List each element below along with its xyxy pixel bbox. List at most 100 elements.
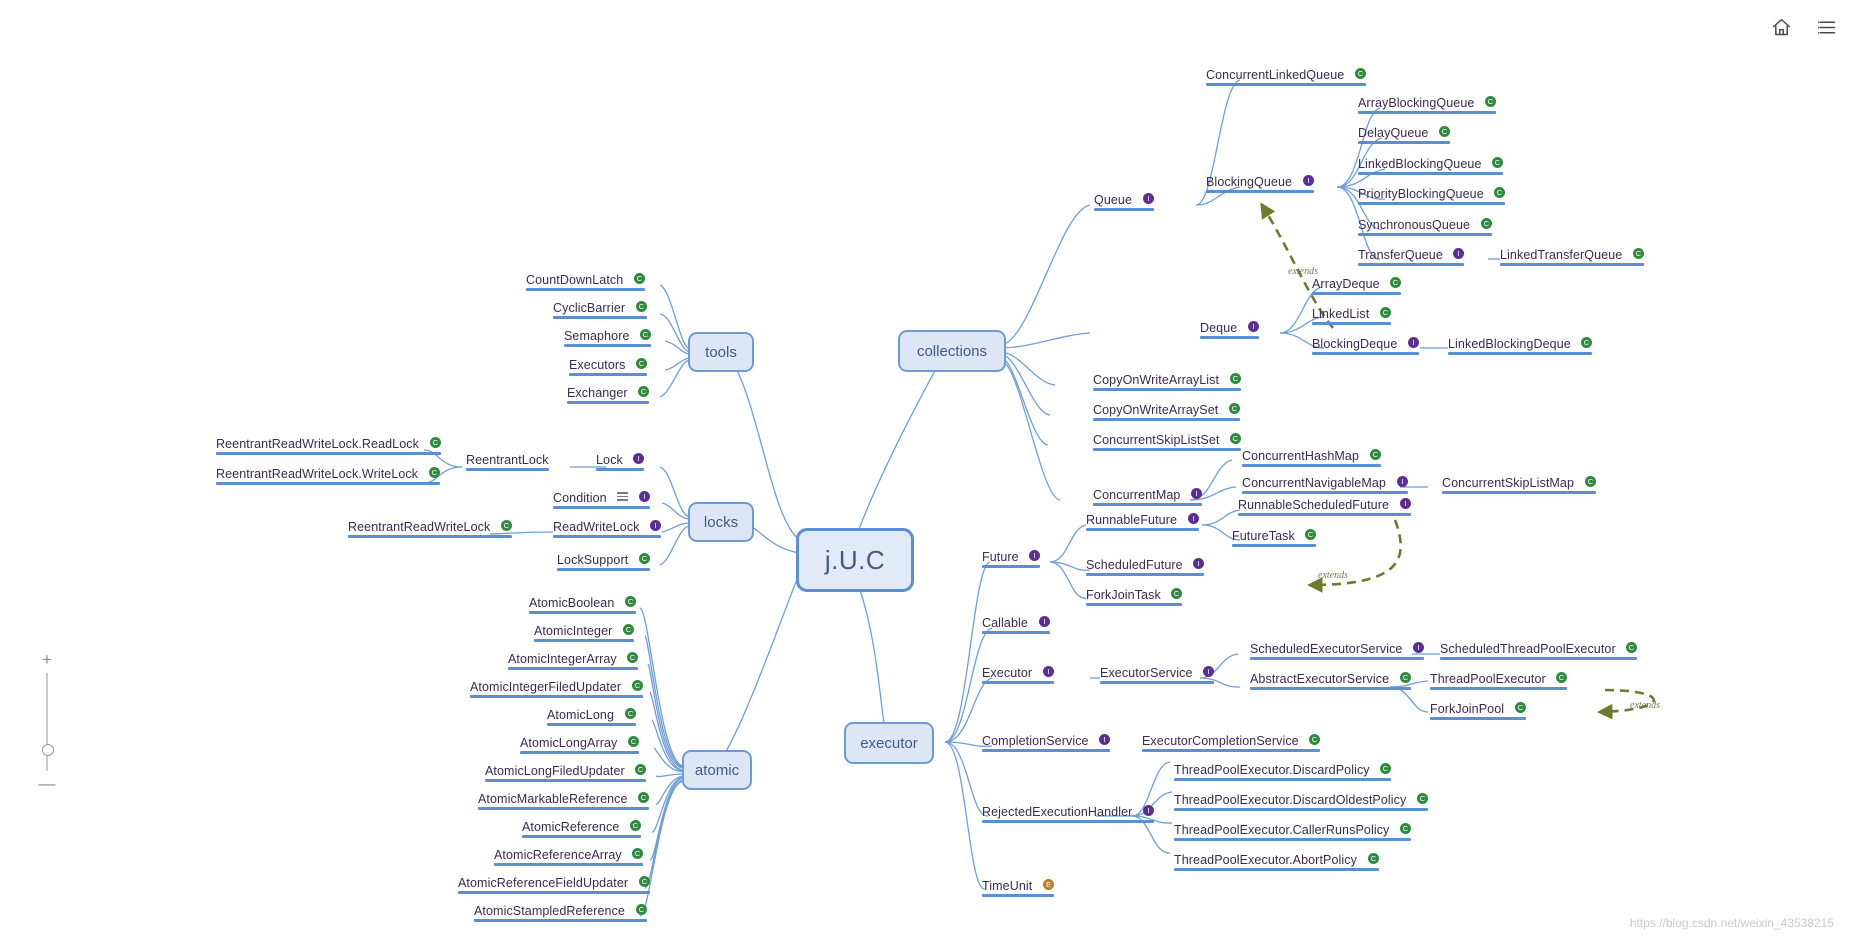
node-arrayblockingqueue[interactable]: ArrayBlockingQueue C — [1358, 95, 1497, 114]
node-abstractexecutorservice[interactable]: AbstractExecutorService C — [1250, 671, 1411, 690]
node-executorservice[interactable]: ExecutorService I — [1100, 665, 1215, 684]
node-blockingqueue[interactable]: BlockingQueue I — [1206, 174, 1314, 193]
node-transferqueue[interactable]: TransferQueue I — [1358, 247, 1465, 266]
svg-text:C: C — [1308, 530, 1314, 539]
node-executor-if[interactable]: Executor I — [982, 665, 1054, 684]
node-tpe-abortpolicy[interactable]: ThreadPoolExecutor.AbortPolicy C — [1174, 852, 1379, 871]
node-queue[interactable]: Queue I — [1094, 192, 1154, 211]
node-callable[interactable]: Callable I — [982, 615, 1050, 634]
node-delayqueue[interactable]: DelayQueue C — [1358, 125, 1451, 144]
node-concurrentnavigablemap[interactable]: ConcurrentNavigableMap I — [1242, 475, 1408, 494]
home-icon[interactable] — [1770, 16, 1792, 38]
branch-atomic[interactable]: atomic — [682, 750, 752, 790]
node-semaphore[interactable]: Semaphore C — [564, 328, 652, 347]
node-forkjoinpool[interactable]: ForkJoinPool C — [1430, 701, 1526, 720]
node-concurrentmap[interactable]: ConcurrentMap I — [1093, 487, 1203, 506]
node-scheduledthreadpoolexecutor[interactable]: ScheduledThreadPoolExecutor C — [1440, 641, 1638, 660]
zoom-slider-track[interactable] — [42, 673, 54, 771]
node-tpe-callerrunspolicy[interactable]: ThreadPoolExecutor.CallerRunsPolicy C — [1174, 822, 1411, 841]
node-atomiclong[interactable]: AtomicLong C — [547, 707, 636, 726]
node-atomicreference[interactable]: AtomicReference C — [522, 819, 641, 838]
node-blockingdeque[interactable]: BlockingDeque I — [1312, 336, 1419, 355]
class-marker-icon: C — [429, 437, 441, 449]
node-linkedlist[interactable]: LinkedList C — [1312, 306, 1391, 325]
node-forkjointask[interactable]: ForkJoinTask C — [1086, 587, 1183, 606]
node-atomicboolean[interactable]: AtomicBoolean C — [529, 595, 636, 614]
node-synchronousqueue[interactable]: SynchronousQueue C — [1358, 217, 1492, 236]
svg-text:C: C — [641, 387, 647, 396]
node-atomicstampledreference[interactable]: AtomicStampledReference C — [474, 903, 647, 922]
zoom-slider-knob[interactable] — [42, 743, 54, 756]
branch-executor[interactable]: executor — [844, 722, 934, 764]
node-atomicreferencearray[interactable]: AtomicReferenceArray C — [494, 847, 644, 866]
node-label: ExecutorService — [1100, 665, 1193, 680]
node-linkedblockingqueue[interactable]: LinkedBlockingQueue C — [1358, 156, 1504, 175]
svg-text:C: C — [1232, 404, 1238, 413]
svg-text:C: C — [641, 877, 647, 886]
node-atomicinteger[interactable]: AtomicInteger C — [534, 623, 634, 642]
node-concurrentlinkedqueue[interactable]: ConcurrentLinkedQueue C — [1206, 67, 1366, 86]
node-deque[interactable]: Deque I — [1200, 320, 1259, 339]
node-futuretask[interactable]: FutureTask C — [1232, 528, 1317, 547]
root-node-juc[interactable]: j.U.C — [796, 528, 914, 592]
node-linkedtransferqueue[interactable]: LinkedTransferQueue C — [1500, 247, 1644, 266]
node-arraydeque[interactable]: ArrayDeque C — [1312, 276, 1402, 295]
node-atomicintegerarray[interactable]: AtomicIntegerArray C — [508, 651, 639, 670]
node-tpe-discardpolicy[interactable]: ThreadPoolExecutor.DiscardPolicy C — [1174, 762, 1392, 781]
node-tpe-discardoldestpolicy[interactable]: ThreadPoolExecutor.DiscardOldestPolicy C — [1174, 792, 1428, 811]
node-scheduledexecutorservice[interactable]: ScheduledExecutorService I — [1250, 641, 1425, 660]
node-reentrantreadwritelock[interactable]: ReentrantReadWriteLock C — [348, 519, 512, 538]
node-copyonwritearraylist[interactable]: CopyOnWriteArrayList C — [1093, 372, 1241, 391]
node-label: ReentrantReadWriteLock.ReadLock — [216, 436, 419, 451]
mindmap-canvas[interactable]: j.U.C tools locks atomic collections exe… — [0, 0, 1856, 940]
node-concurrentskiplistset[interactable]: ConcurrentSkipListSet C — [1093, 432, 1242, 451]
node-concurrentskiplistmap[interactable]: ConcurrentSkipListMap C — [1442, 475, 1596, 494]
node-rrwl-readlock[interactable]: ReentrantReadWriteLock.ReadLock C — [216, 436, 441, 455]
node-reentrantlock[interactable]: ReentrantLock — [466, 452, 549, 471]
node-future[interactable]: Future I — [982, 549, 1041, 568]
node-copyonwritearrayset[interactable]: CopyOnWriteArraySet C — [1093, 402, 1240, 421]
node-runnablefuture[interactable]: RunnableFuture I — [1086, 512, 1199, 531]
node-readwritelock[interactable]: ReadWriteLock I — [553, 519, 662, 538]
node-priorityblockingqueue[interactable]: PriorityBlockingQueue C — [1358, 186, 1506, 205]
zoom-in-button[interactable]: + — [42, 651, 52, 668]
branch-locks[interactable]: locks — [688, 502, 754, 542]
svg-text:I: I — [1252, 322, 1254, 331]
branch-tools[interactable]: tools — [688, 332, 754, 372]
top-toolbar[interactable] — [1770, 16, 1838, 38]
zoom-control[interactable]: + — — [36, 651, 58, 792]
class-marker-icon: C — [1367, 853, 1379, 865]
zoom-out-button[interactable]: — — [39, 775, 56, 792]
node-rrwl-writelock[interactable]: ReentrantReadWriteLock.WriteLock C — [216, 466, 440, 485]
interface-marker-icon: I — [633, 453, 645, 465]
hamburger-icon[interactable] — [617, 492, 629, 501]
class-marker-icon: C — [428, 467, 440, 479]
svg-text:C: C — [643, 330, 649, 339]
node-completionservice[interactable]: CompletionService I — [982, 733, 1111, 752]
node-concurrenthashmap[interactable]: ConcurrentHashMap C — [1242, 448, 1381, 467]
node-atomicmarkablereference[interactable]: AtomicMarkableReference C — [478, 791, 650, 810]
node-linkedblockingdeque[interactable]: LinkedBlockingDeque C — [1448, 336, 1593, 355]
node-rejectedexecutionhandler[interactable]: RejectedExecutionHandler I — [982, 804, 1154, 823]
node-lock[interactable]: Lock I — [596, 452, 645, 471]
class-marker-icon: C — [1416, 793, 1428, 805]
node-locksupport[interactable]: LockSupport C — [557, 552, 650, 571]
node-timeunit[interactable]: TimeUnit E — [982, 878, 1054, 897]
node-executors[interactable]: Executors C — [569, 357, 648, 376]
node-label: RejectedExecutionHandler — [982, 804, 1133, 819]
node-cyclicbarrier[interactable]: CyclicBarrier C — [553, 300, 647, 319]
node-atomiclongarray[interactable]: AtomicLongArray C — [520, 735, 639, 754]
branch-collections[interactable]: collections — [898, 330, 1006, 372]
node-exchanger[interactable]: Exchanger C — [567, 385, 650, 404]
node-scheduledfuture[interactable]: ScheduledFuture I — [1086, 557, 1205, 576]
list-menu-icon[interactable] — [1816, 16, 1838, 38]
node-runnablescheduledfuture[interactable]: RunnableScheduledFuture I — [1238, 497, 1411, 516]
node-condition[interactable]: Condition I — [553, 490, 650, 509]
node-executorcompletionservice[interactable]: ExecutorCompletionService C — [1142, 733, 1321, 752]
node-atomicintegerfiledupdater[interactable]: AtomicIntegerFiledUpdater C — [470, 679, 643, 698]
node-atomicreferencefieldupdater[interactable]: AtomicReferenceFieldUpdater C — [458, 875, 650, 894]
node-atomiclongfiledupdater[interactable]: AtomicLongFiledUpdater C — [485, 763, 647, 782]
node-label: ExecutorCompletionService — [1142, 733, 1299, 748]
node-countdownlatch[interactable]: CountDownLatch C — [526, 272, 645, 291]
node-threadpoolexecutor[interactable]: ThreadPoolExecutor C — [1430, 671, 1568, 690]
